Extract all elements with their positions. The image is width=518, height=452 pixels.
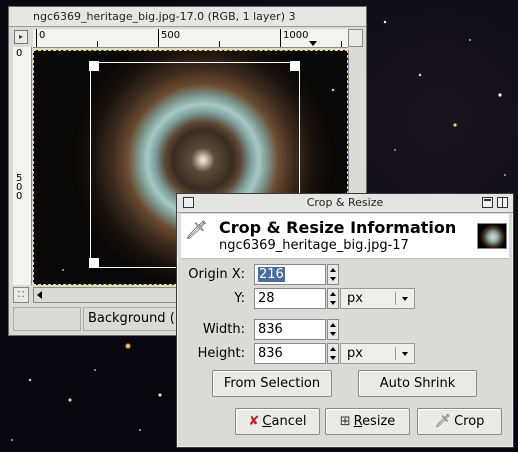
close-button[interactable]: [497, 197, 508, 208]
ruler-tick: [158, 29, 159, 47]
chevron-down-icon: [402, 297, 408, 301]
cancel-button[interactable]: ✘ Cancel: [235, 408, 320, 435]
image-menu-button[interactable]: ▸: [14, 30, 28, 44]
crop-handle-bottom-left[interactable]: [89, 258, 99, 268]
width-value: 836: [258, 322, 283, 337]
dialog-titlebar[interactable]: Crop & Resize: [177, 194, 513, 213]
info-title: Crop & Resize Information: [219, 218, 457, 237]
origin-x-input[interactable]: 216: [254, 264, 326, 285]
origin-x-label: Origin X:: [188, 267, 245, 282]
crop-resize-dialog: Crop & Resize 🗡 Crop & Resize Informatio…: [176, 193, 514, 448]
ruler-tick: [36, 29, 37, 47]
crop-handle-top-right[interactable]: [290, 61, 300, 71]
ruler-label-500: 500: [161, 30, 181, 41]
width-spinner[interactable]: [327, 319, 339, 340]
image-thumbnail: [477, 223, 507, 249]
origin-x-value: 216: [258, 267, 285, 282]
origin-unit-value: px: [347, 291, 363, 306]
from-selection-button[interactable]: From Selection: [212, 370, 332, 397]
resize-hotkey: R: [353, 414, 363, 429]
vruler-label-500: 5 0 0: [16, 173, 23, 202]
ruler-label-0: 0: [39, 30, 46, 41]
window-menu-button[interactable]: [183, 197, 194, 208]
origin-x-spinner[interactable]: [327, 264, 339, 285]
cancel-label: ancel: [271, 414, 307, 429]
navigate-button[interactable]: [348, 29, 363, 47]
maximize-button[interactable]: [482, 197, 493, 208]
knife-icon: 🗡: [185, 220, 208, 241]
image-window-title[interactable]: ngc6369_heritage_big.jpg-17.0 (RGB, 1 la…: [9, 7, 366, 27]
origin-y-spinner[interactable]: [327, 288, 339, 309]
select-separator: [395, 347, 396, 360]
dialog-title: Crop & Resize: [306, 196, 384, 209]
ruler-position-marker: [309, 41, 317, 46]
unit-area: [13, 307, 81, 331]
knife-icon: 🗡: [434, 414, 452, 429]
height-label: Height:: [197, 346, 245, 361]
horizontal-ruler[interactable]: 0 500 1000: [33, 29, 348, 48]
zoom-toggle-icon[interactable]: ⛶: [13, 287, 29, 303]
cancel-icon: ✘: [248, 414, 260, 429]
resize-icon: ⊞: [339, 414, 351, 429]
height-value: 836: [258, 346, 283, 361]
width-input[interactable]: 836: [254, 319, 326, 340]
crop-button[interactable]: 🗡 Crop: [417, 408, 502, 435]
ruler-tick: [341, 41, 342, 47]
ruler-label-1000: 1000: [283, 30, 309, 41]
crop-handle-top-left[interactable]: [89, 61, 99, 71]
resize-label: esize: [362, 414, 396, 429]
ruler-tick: [280, 29, 281, 47]
vruler-label-0: 0: [16, 48, 23, 59]
height-input[interactable]: 836: [254, 343, 326, 364]
origin-unit-select[interactable]: px: [340, 288, 415, 309]
resize-button[interactable]: ⊞ Resize: [325, 408, 410, 435]
size-unit-select[interactable]: px: [340, 343, 415, 364]
info-subtitle: ngc6369_heritage_big.jpg-17: [219, 238, 409, 253]
crop-label: Crop: [454, 414, 485, 429]
auto-shrink-button[interactable]: Auto Shrink: [358, 370, 477, 397]
origin-y-value: 28: [258, 291, 275, 306]
ruler-tick: [219, 41, 220, 47]
origin-y-label: Y:: [234, 291, 245, 306]
vertical-ruler[interactable]: 0 5 0 0: [13, 47, 32, 285]
ruler-tick: [97, 41, 98, 47]
chevron-down-icon: [402, 352, 408, 356]
origin-y-input[interactable]: 28: [254, 288, 326, 309]
scroll-left-icon[interactable]: [37, 291, 42, 299]
height-spinner[interactable]: [327, 343, 339, 364]
cancel-hotkey: C: [262, 414, 272, 429]
select-separator: [395, 292, 396, 305]
size-unit-value: px: [347, 346, 363, 361]
info-header: 🗡 Crop & Resize Information ngc6369_heri…: [181, 214, 509, 259]
width-label: Width:: [202, 322, 245, 337]
